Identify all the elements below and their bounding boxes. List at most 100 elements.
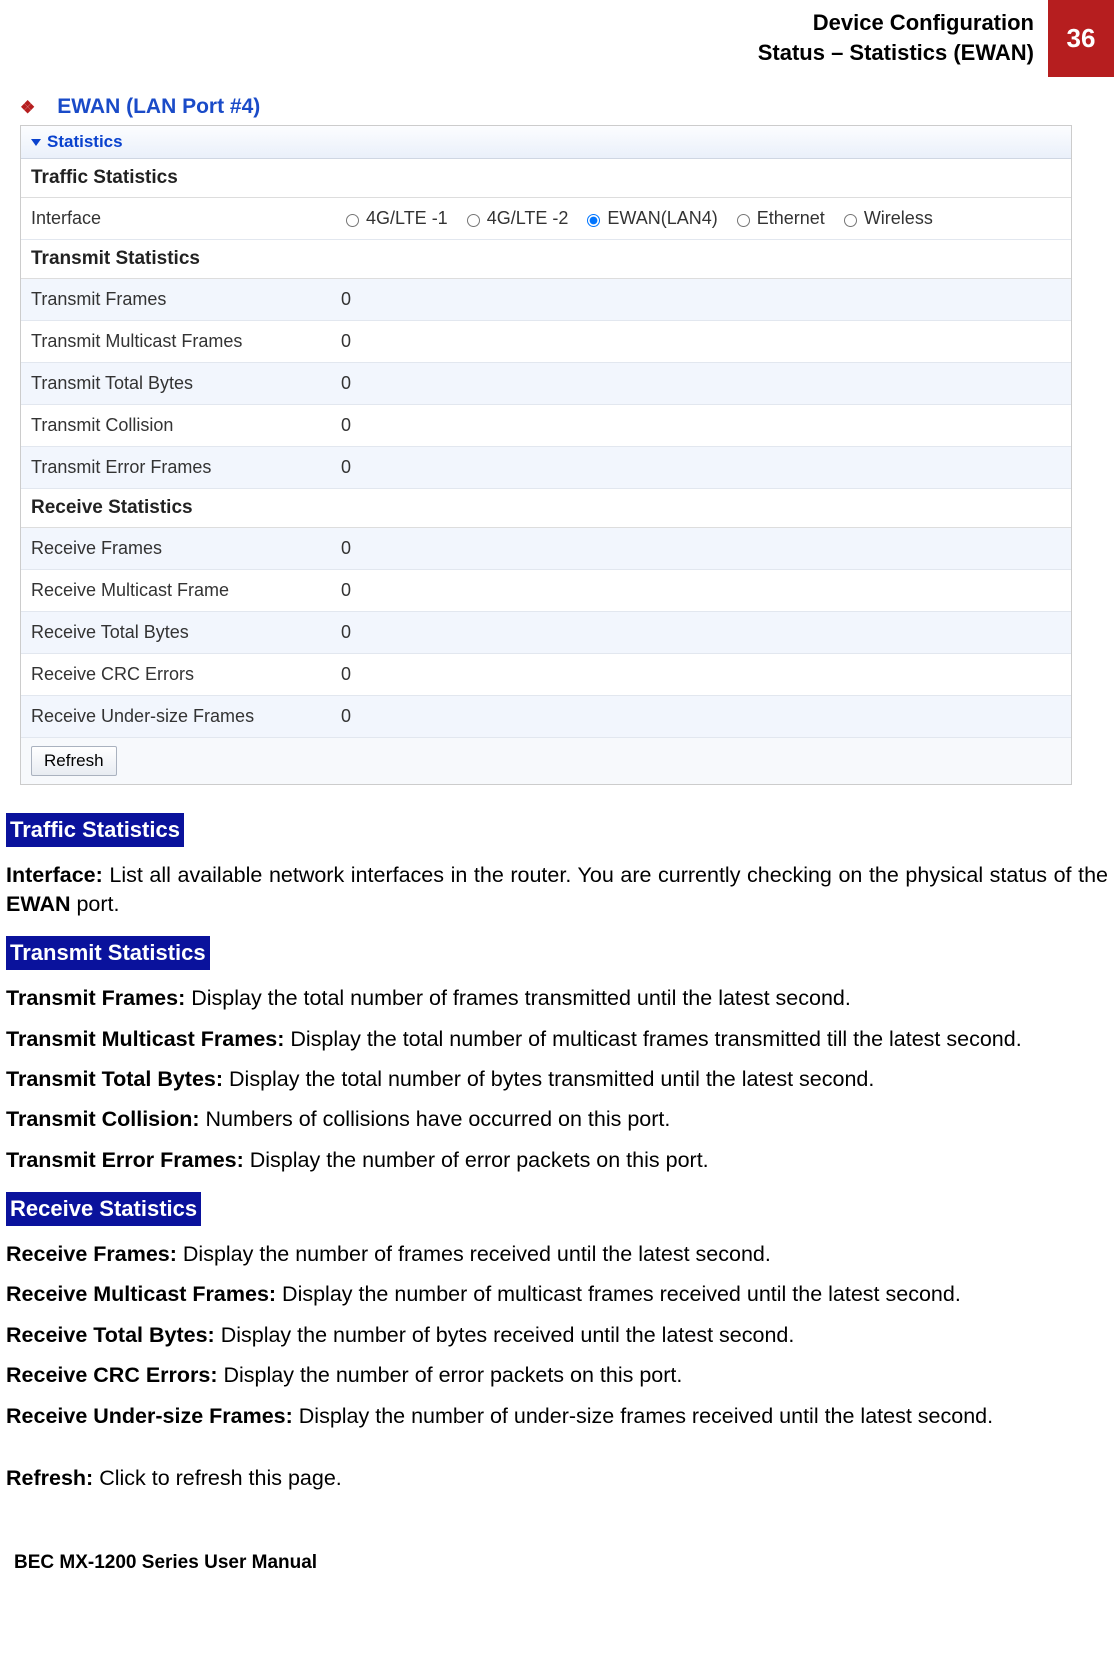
text-ttb: Display the total number of bytes transm… [223, 1067, 874, 1091]
label-rmf: Receive Multicast Frames: [6, 1282, 276, 1306]
section-traffic-head: Traffic Statistics [21, 159, 1071, 198]
panel-header[interactable]: Statistics [21, 126, 1071, 159]
header-line2: Status – Statistics (EWAN) [758, 40, 1034, 65]
stats-row-label: Transmit Collision [21, 405, 331, 446]
stats-row-label: Transmit Frames [21, 279, 331, 320]
stats-row-value: 0 [331, 405, 1071, 446]
heading-traffic-statistics: Traffic Statistics [6, 813, 184, 847]
label-interface: Interface: [6, 863, 103, 887]
label-refresh: Refresh: [6, 1466, 93, 1490]
text-rf: Display the number of frames received un… [177, 1242, 771, 1266]
section-receive-head: Receive Statistics [21, 489, 1071, 528]
stats-row: Receive Multicast Frame0 [21, 570, 1071, 612]
text-refresh: Click to refresh this page. [93, 1466, 342, 1490]
para-transmit-error: Transmit Error Frames: Display the numbe… [6, 1146, 1108, 1174]
text-rce: Display the number of error packets on t… [218, 1363, 683, 1387]
text-ruf: Display the number of under-size frames … [293, 1404, 993, 1428]
para-receive-total-bytes: Receive Total Bytes: Display the number … [6, 1321, 1108, 1349]
interface-radio[interactable] [346, 214, 359, 227]
section-heading-ewan: ❖EWAN (LAN Port #4) [20, 95, 1114, 119]
label-tmf: Transmit Multicast Frames: [6, 1027, 284, 1051]
stats-row: Transmit Collision0 [21, 405, 1071, 447]
interface-radio-label: Ethernet [757, 208, 825, 229]
stats-row-value: 0 [331, 279, 1071, 320]
para-interface: Interface: List all available network in… [6, 861, 1108, 918]
label-tf: Transmit Frames: [6, 986, 185, 1010]
header-line1: Device Configuration [813, 10, 1034, 35]
text-rtb: Display the number of bytes received unt… [215, 1323, 795, 1347]
para-transmit-collision: Transmit Collision: Numbers of collision… [6, 1105, 1108, 1133]
interface-radio-group: 4G/LTE -1 4G/LTE -2 EWAN(LAN4) Ethernet Wire… [331, 198, 1071, 239]
para-transmit-multicast: Transmit Multicast Frames: Display the t… [6, 1025, 1108, 1053]
statistics-panel: Statistics Traffic Statistics Interface … [20, 125, 1072, 785]
text-interface: List all available network interfaces in… [103, 863, 1108, 887]
caret-down-icon [31, 139, 41, 146]
label-rtb: Receive Total Bytes: [6, 1323, 215, 1347]
text-rmf: Display the number of multicast frames r… [276, 1282, 961, 1306]
label-rce: Receive CRC Errors: [6, 1363, 218, 1387]
stats-row-label: Receive Under-size Frames [21, 696, 331, 737]
text-tmf: Display the total number of multicast fr… [284, 1027, 1021, 1051]
stats-row-value: 0 [331, 321, 1071, 362]
heading-transmit-statistics: Transmit Statistics [6, 936, 210, 970]
panel-title: Statistics [47, 132, 123, 151]
para-transmit-frames: Transmit Frames: Display the total numbe… [6, 984, 1108, 1012]
header-title: Device Configuration Status – Statistics… [758, 0, 1048, 77]
para-receive-multicast: Receive Multicast Frames: Display the nu… [6, 1280, 1108, 1308]
section-transmit-head: Transmit Statistics [21, 240, 1071, 279]
interface-option[interactable]: Wireless [839, 208, 933, 229]
footer-text: BEC MX-1200 Series User Manual [14, 1552, 1114, 1574]
label-ruf: Receive Under-size Frames: [6, 1404, 293, 1428]
document-body: Traffic Statistics Interface: List all a… [0, 807, 1114, 1492]
bullet-diamond-icon: ❖ [20, 98, 35, 117]
interface-row: Interface 4G/LTE -14G/LTE -2EWAN(LAN4)Et… [21, 198, 1071, 240]
stats-row-label: Receive Frames [21, 528, 331, 569]
stats-row: Receive Frames0 [21, 528, 1071, 570]
page-header: Device Configuration Status – Statistics… [0, 0, 1114, 77]
stats-row-label: Transmit Multicast Frames [21, 321, 331, 362]
stats-row: Transmit Multicast Frames0 [21, 321, 1071, 363]
interface-radio-label: 4G/LTE -1 [366, 208, 448, 229]
interface-radio[interactable] [844, 214, 857, 227]
text-interface-tail: port. [71, 892, 120, 916]
para-receive-crc: Receive CRC Errors: Display the number o… [6, 1361, 1108, 1389]
interface-radio[interactable] [737, 214, 750, 227]
stats-row-value: 0 [331, 447, 1071, 488]
label-ttb: Transmit Total Bytes: [6, 1067, 223, 1091]
text-tc: Numbers of collisions have occurred on t… [200, 1107, 671, 1131]
para-refresh: Refresh: Click to refresh this page. [6, 1464, 1108, 1492]
interface-option[interactable]: Ethernet [732, 208, 825, 229]
interface-option[interactable]: 4G/LTE -2 [462, 208, 569, 229]
stats-row-value: 0 [331, 654, 1071, 695]
text-tf: Display the total number of frames trans… [185, 986, 851, 1010]
label-ewan: EWAN [6, 892, 71, 916]
stats-row-value: 0 [331, 570, 1071, 611]
stats-row: Receive Under-size Frames0 [21, 696, 1071, 738]
text-tef: Display the number of error packets on t… [244, 1148, 709, 1172]
label-tc: Transmit Collision: [6, 1107, 200, 1131]
label-rf: Receive Frames: [6, 1242, 177, 1266]
para-receive-frames: Receive Frames: Display the number of fr… [6, 1240, 1108, 1268]
stats-row-label: Receive Total Bytes [21, 612, 331, 653]
page-number: 36 [1048, 0, 1114, 77]
stats-row: Receive CRC Errors0 [21, 654, 1071, 696]
stats-row-label: Receive CRC Errors [21, 654, 331, 695]
label-tef: Transmit Error Frames: [6, 1148, 244, 1172]
stats-row: Transmit Frames0 [21, 279, 1071, 321]
interface-radio[interactable] [587, 214, 600, 227]
refresh-button[interactable]: Refresh [31, 746, 117, 776]
interface-radio[interactable] [467, 214, 480, 227]
interface-radio-label: Wireless [864, 208, 933, 229]
stats-row: Receive Total Bytes0 [21, 612, 1071, 654]
refresh-row: Refresh [21, 738, 1071, 784]
stats-row-label: Transmit Error Frames [21, 447, 331, 488]
interface-radio-label: EWAN(LAN4) [607, 208, 717, 229]
stats-row-label: Transmit Total Bytes [21, 363, 331, 404]
stats-row-value: 0 [331, 612, 1071, 653]
stats-row-value: 0 [331, 696, 1071, 737]
stats-row: Transmit Error Frames0 [21, 447, 1071, 489]
para-transmit-total-bytes: Transmit Total Bytes: Display the total … [6, 1065, 1108, 1093]
interface-option[interactable]: 4G/LTE -1 [341, 208, 448, 229]
interface-option[interactable]: EWAN(LAN4) [582, 208, 717, 229]
heading-receive-statistics: Receive Statistics [6, 1192, 201, 1226]
